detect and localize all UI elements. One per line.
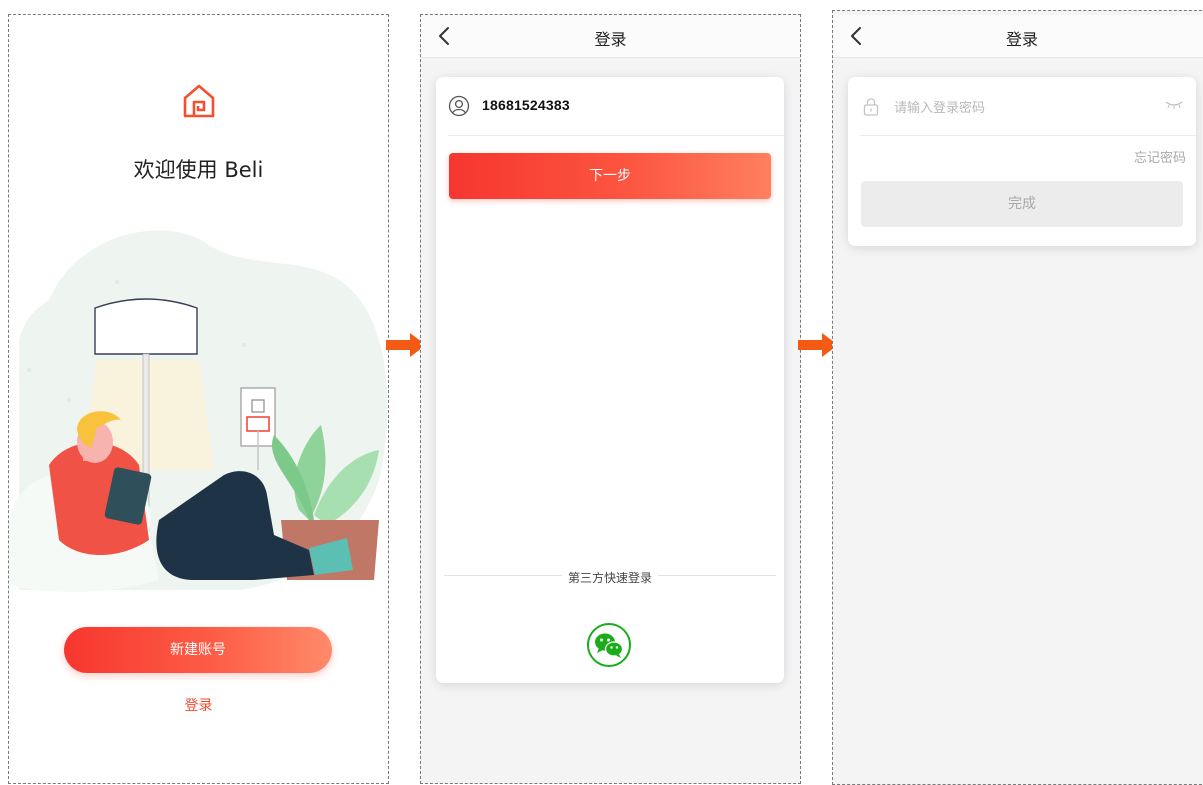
page-title: 登录	[1005, 30, 1038, 49]
login-card: 18681524383 下一步 第三方快速登录	[436, 77, 784, 683]
eye-closed-icon[interactable]	[1164, 100, 1184, 110]
welcome-title: 欢迎使用 Beli	[133, 158, 264, 182]
welcome-screen: 欢迎使用 Beli 新建账号 登录	[8, 14, 389, 784]
wechat-icon[interactable]	[586, 622, 632, 668]
phone-number-input[interactable]: 18681524383	[482, 97, 570, 113]
login-link[interactable]: 登录	[9, 695, 388, 715]
divider-line	[444, 575, 562, 576]
page-title: 登录	[594, 30, 627, 49]
lock-icon	[863, 98, 879, 116]
password-card: 请输入登录密码 忘记密码 完成	[848, 77, 1196, 246]
password-field[interactable]: 请输入登录密码	[860, 77, 1196, 136]
home-icon	[183, 84, 215, 118]
phone-field[interactable]: 18681524383	[448, 77, 784, 136]
nav-bar: 登录	[421, 15, 800, 58]
welcome-illustration	[9, 230, 388, 592]
phone-login-screen: 登录 18681524383 下一步 第三方快速登录	[420, 14, 801, 784]
third-party-divider: 第三方快速登录	[444, 567, 776, 585]
third-party-label: 第三方快速登录	[567, 571, 652, 585]
password-login-screen: 登录 请输入登录密码 忘记密码 完成	[832, 10, 1203, 785]
divider-line	[658, 575, 776, 576]
done-button[interactable]: 完成	[861, 181, 1183, 227]
nav-bar: 登录	[833, 15, 1203, 58]
next-button[interactable]: 下一步	[449, 153, 771, 199]
create-account-button[interactable]: 新建账号	[64, 627, 332, 673]
user-circle-icon	[448, 95, 470, 117]
forgot-password-link[interactable]: 忘记密码	[1134, 147, 1186, 166]
password-input[interactable]: 请输入登录密码	[894, 97, 985, 116]
